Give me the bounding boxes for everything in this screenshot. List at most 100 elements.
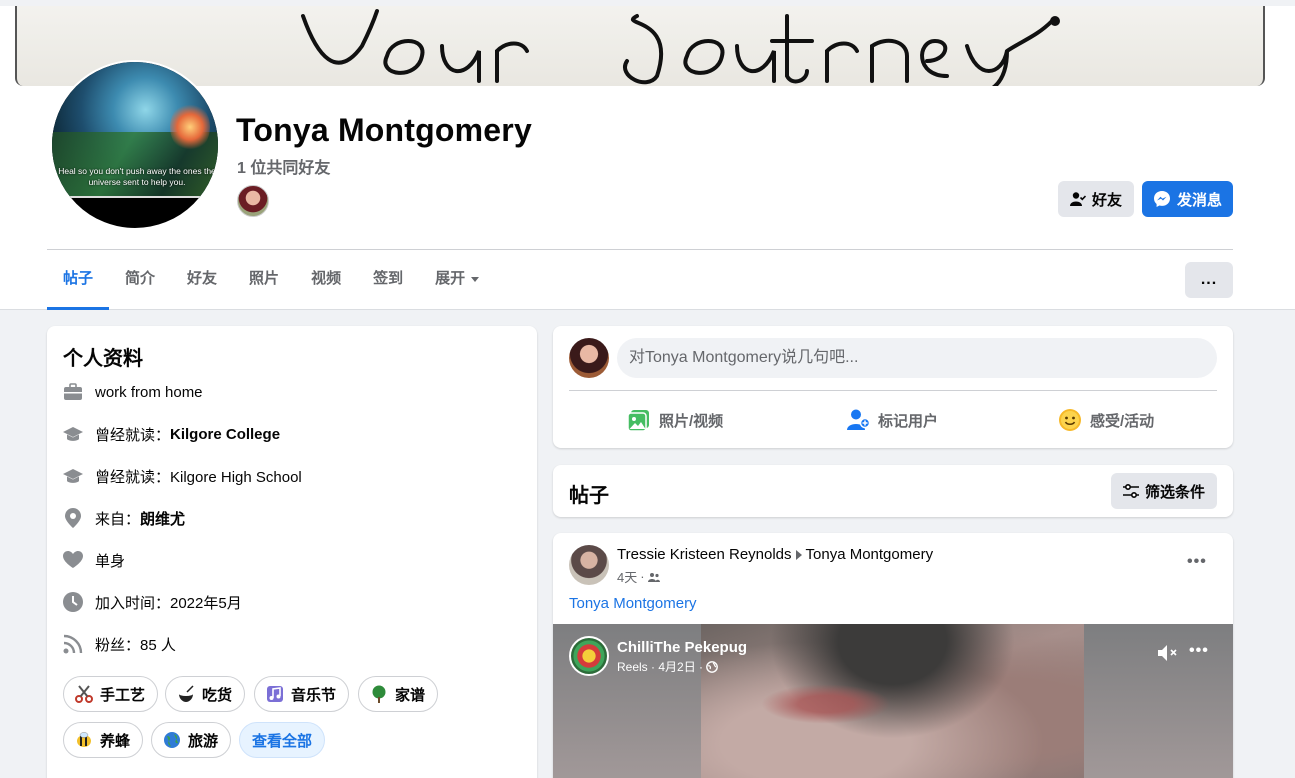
hobby-chip-music-festival[interactable]: 音乐节 bbox=[254, 676, 350, 712]
food-icon bbox=[176, 684, 196, 704]
tag-people-button[interactable]: 标记用户 bbox=[846, 402, 938, 438]
post-composer: 对Tonya Montgomery说几句吧... 照片/视频 标记用户 感受/活… bbox=[553, 326, 1233, 448]
mutual-friend-avatar[interactable] bbox=[237, 185, 269, 217]
hobby-chip-travel[interactable]: 旅游 bbox=[151, 722, 232, 758]
profile-glow bbox=[170, 102, 210, 152]
reel-meta-text: Reels · 4月2日 · bbox=[617, 660, 704, 674]
tree-icon bbox=[369, 684, 389, 704]
composer-input[interactable]: 对Tonya Montgomery说几句吧... bbox=[617, 338, 1217, 378]
filter-label: 筛选条件 bbox=[1144, 483, 1205, 501]
feeling-activity-label: 感受/活动 bbox=[1090, 412, 1155, 430]
hobby-label: 音乐节 bbox=[291, 686, 337, 704]
intro-card: 个人资料 work from home 曾经就读： Kilgore College… bbox=[47, 326, 537, 778]
intro-followers-count[interactable]: 85 人 bbox=[140, 634, 176, 655]
tab-posts[interactable]: 帖子 bbox=[47, 262, 110, 310]
scissors-icon bbox=[74, 684, 94, 704]
hobby-label: 手工艺 bbox=[100, 686, 146, 704]
header-divider bbox=[47, 249, 1233, 250]
bee-icon bbox=[74, 730, 94, 750]
post-options-button[interactable]: ••• bbox=[1187, 553, 1207, 571]
friends-audience-icon bbox=[647, 572, 660, 582]
intro-college-link[interactable]: Kilgore College bbox=[170, 426, 280, 443]
post-author-name[interactable]: Tressie Kristeen Reynolds bbox=[617, 546, 792, 563]
hobby-label: 旅游 bbox=[188, 732, 219, 750]
post-time[interactable]: 4天 bbox=[617, 567, 637, 586]
caret-down-icon bbox=[471, 276, 480, 282]
intro-from-link[interactable]: 朗维尤 bbox=[140, 508, 185, 529]
smiley-icon bbox=[1059, 409, 1081, 431]
intro-hometown: 来自： 朗维尤 bbox=[63, 506, 185, 530]
tab-videos[interactable]: 视频 bbox=[295, 262, 357, 310]
post-target-name[interactable]: Tonya Montgomery bbox=[806, 546, 934, 563]
message-button-label: 发消息 bbox=[1176, 191, 1222, 209]
intro-college-prefix: 曾经就读： bbox=[95, 426, 171, 444]
photo-video-button[interactable]: 照片/视频 bbox=[627, 402, 723, 438]
post-meta: 4天 · bbox=[617, 567, 660, 586]
tab-about[interactable]: 简介 bbox=[109, 262, 171, 310]
graduation-cap-icon bbox=[63, 466, 83, 486]
hobby-chip-crafts[interactable]: 手工艺 bbox=[63, 676, 159, 712]
tab-photos[interactable]: 照片 bbox=[233, 262, 295, 310]
posts-title: 帖子 bbox=[569, 485, 609, 507]
composer-divider bbox=[569, 390, 1217, 391]
profile-name: Tonya Montgomery bbox=[236, 112, 532, 148]
tab-friends[interactable]: 好友 bbox=[171, 262, 233, 310]
reel-options-button[interactable]: ••• bbox=[1189, 642, 1209, 660]
arrow-right-icon bbox=[795, 549, 802, 560]
tag-people-icon bbox=[847, 409, 870, 430]
reel-video[interactable]: ChilliThe Pekepug Reels · 4月2日 · ••• bbox=[553, 624, 1233, 778]
muted-speaker-icon bbox=[1158, 645, 1177, 661]
globe-icon bbox=[162, 730, 182, 750]
profile-quote: Heal so you don't push away the ones the… bbox=[58, 166, 216, 187]
reel-video-frame bbox=[701, 624, 1084, 778]
intro-work: work from home bbox=[63, 380, 203, 404]
briefcase-icon bbox=[63, 382, 83, 402]
graduation-cap-icon bbox=[63, 424, 83, 444]
reel-author-avatar[interactable] bbox=[569, 636, 609, 676]
friend-check-icon bbox=[1069, 192, 1086, 206]
feeling-activity-button[interactable]: 感受/活动 bbox=[1058, 402, 1154, 438]
intro-relationship-text: 单身 bbox=[95, 552, 126, 570]
more-options-button[interactable]: ... bbox=[1185, 262, 1233, 298]
composer-avatar[interactable] bbox=[569, 338, 609, 378]
photo-video-label: 照片/视频 bbox=[659, 412, 724, 430]
music-icon bbox=[265, 684, 285, 704]
intro-followers: 粉丝： 85 人 bbox=[63, 632, 176, 656]
message-button[interactable]: 发消息 bbox=[1142, 181, 1233, 217]
see-all-hobbies-button[interactable]: 查看全部 bbox=[239, 722, 326, 758]
hobby-chip-foodie[interactable]: 吃货 bbox=[165, 676, 246, 712]
reel-author-name[interactable]: ChilliThe Pekepug bbox=[617, 639, 747, 656]
meta-separator: · bbox=[640, 569, 645, 584]
tab-more[interactable]: 展开 bbox=[419, 262, 495, 310]
profile-picture[interactable]: Heal so you don't push away the ones the… bbox=[50, 60, 220, 230]
filter-button[interactable]: 筛选条件 bbox=[1111, 473, 1217, 509]
filter-sliders-icon bbox=[1122, 484, 1139, 498]
hobby-label: 吃货 bbox=[202, 686, 233, 704]
intro-work-text: work from home bbox=[95, 383, 203, 401]
photo-icon bbox=[627, 410, 649, 432]
post-author-avatar[interactable] bbox=[569, 545, 609, 585]
mute-button[interactable] bbox=[1157, 644, 1179, 667]
intro-joined-text: 加入时间：2022年5月 bbox=[95, 594, 242, 612]
post-mention-link[interactable]: Tonya Montgomery bbox=[569, 595, 697, 612]
intro-high-school-text: 曾经就读：Kilgore High School bbox=[95, 468, 302, 486]
friends-button-label: 好友 bbox=[1091, 191, 1122, 209]
intro-from-prefix: 来自： bbox=[95, 510, 141, 528]
profile-bar bbox=[52, 196, 218, 198]
hobby-label: 家谱 bbox=[395, 686, 426, 704]
mutual-friends-count[interactable]: 1 位共同好友 bbox=[237, 154, 330, 178]
hobby-label: 养蜂 bbox=[100, 732, 131, 750]
posts-header-card: 帖子 筛选条件 bbox=[553, 465, 1233, 517]
intro-relationship: 单身 bbox=[63, 548, 125, 572]
intro-title: 个人资料 bbox=[63, 348, 143, 370]
friends-button[interactable]: 好友 bbox=[1058, 181, 1134, 217]
globe-public-icon bbox=[706, 660, 718, 673]
intro-joined: 加入时间：2022年5月 bbox=[63, 590, 242, 614]
rss-icon bbox=[63, 634, 83, 654]
hobby-chip-beekeeping[interactable]: 养蜂 bbox=[63, 722, 144, 758]
reel-meta: Reels · 4月2日 · bbox=[617, 658, 718, 675]
intro-high-school: 曾经就读：Kilgore High School bbox=[63, 464, 302, 488]
hobby-chip-genealogy[interactable]: 家谱 bbox=[358, 676, 439, 712]
heart-icon bbox=[63, 550, 83, 570]
tab-checkins[interactable]: 签到 bbox=[357, 262, 419, 310]
